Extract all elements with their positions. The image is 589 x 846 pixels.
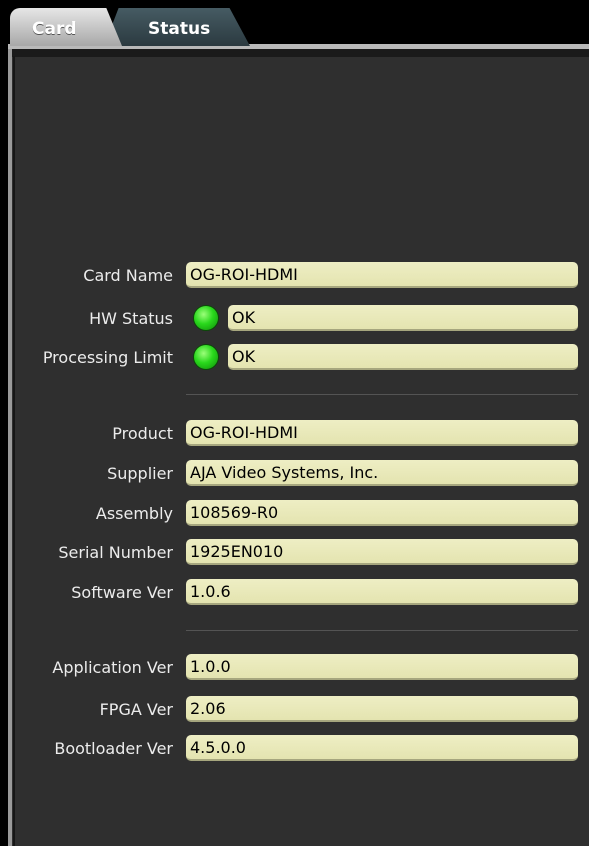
software-ver-row: Software Ver 1.0.6	[0, 579, 589, 607]
divider	[186, 394, 578, 395]
hw-status-field[interactable]: OK	[228, 305, 578, 331]
card-name-label: Card Name	[83, 266, 173, 285]
tab-status[interactable]: Status	[104, 8, 250, 46]
supplier-row: Supplier AJA Video Systems, Inc.	[0, 460, 589, 488]
assembly-label: Assembly	[95, 504, 173, 523]
product-field[interactable]: OG-ROI-HDMI	[186, 420, 578, 446]
software-ver-field[interactable]: 1.0.6	[186, 579, 578, 605]
bootloader-ver-label: Bootloader Ver	[54, 739, 173, 758]
supplier-field[interactable]: AJA Video Systems, Inc.	[186, 460, 578, 486]
product-label: Product	[112, 424, 173, 443]
hw-status-led-icon	[194, 306, 218, 330]
panel-top-edge	[12, 49, 589, 57]
supplier-label: Supplier	[107, 464, 173, 483]
divider	[186, 630, 578, 631]
bootloader-ver-row: Bootloader Ver 4.5.0.0	[0, 735, 589, 763]
application-ver-row: Application Ver 1.0.0	[0, 654, 589, 682]
serial-number-label: Serial Number	[58, 543, 173, 562]
assembly-row: Assembly 108569-R0	[0, 500, 589, 528]
tab-card[interactable]: Card	[10, 8, 122, 46]
processing-limit-row: Processing Limit OK	[0, 344, 589, 372]
fpga-ver-row: FPGA Ver 2.06	[0, 696, 589, 724]
processing-limit-led-icon	[194, 345, 218, 369]
bootloader-ver-field[interactable]: 4.5.0.0	[186, 735, 578, 761]
application-ver-field[interactable]: 1.0.0	[186, 654, 578, 680]
serial-number-field[interactable]: 1925EN010	[186, 539, 578, 565]
hw-status-label: HW Status	[89, 309, 173, 328]
serial-number-row: Serial Number 1925EN010	[0, 539, 589, 567]
tab-status-label: Status	[148, 19, 211, 39]
processing-limit-field[interactable]: OK	[228, 344, 578, 370]
software-ver-label: Software Ver	[71, 583, 173, 602]
fpga-ver-field[interactable]: 2.06	[186, 696, 578, 722]
hw-status-row: HW Status OK	[0, 305, 589, 333]
card-name-row: Card Name OG-ROI-HDMI	[0, 262, 589, 290]
product-row: Product OG-ROI-HDMI	[0, 420, 589, 448]
fpga-ver-label: FPGA Ver	[99, 700, 173, 719]
tab-card-label: Card	[32, 19, 77, 39]
card-name-field[interactable]: OG-ROI-HDMI	[186, 262, 578, 288]
assembly-field[interactable]: 108569-R0	[186, 500, 578, 526]
processing-limit-label: Processing Limit	[42, 348, 173, 367]
panel-inner-edge	[13, 56, 15, 846]
application-ver-label: Application Ver	[52, 658, 173, 677]
